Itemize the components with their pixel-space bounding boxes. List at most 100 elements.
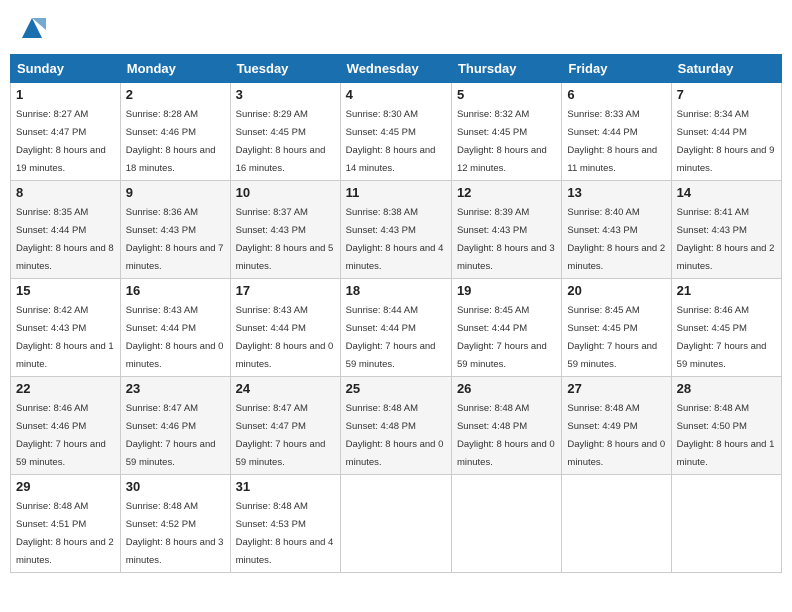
calendar-cell: 12 Sunrise: 8:39 AMSunset: 4:43 PMDaylig…: [451, 181, 561, 279]
calendar-cell: 20 Sunrise: 8:45 AMSunset: 4:45 PMDaylig…: [562, 279, 671, 377]
calendar-cell: 14 Sunrise: 8:41 AMSunset: 4:43 PMDaylig…: [671, 181, 781, 279]
logo-icon: [18, 14, 46, 42]
day-detail: Sunrise: 8:47 AMSunset: 4:47 PMDaylight:…: [236, 403, 326, 468]
day-detail: Sunrise: 8:30 AMSunset: 4:45 PMDaylight:…: [346, 109, 436, 174]
day-number: 21: [677, 283, 776, 298]
calendar-cell: 30 Sunrise: 8:48 AMSunset: 4:52 PMDaylig…: [120, 475, 230, 573]
day-number: 22: [16, 381, 115, 396]
day-number: 7: [677, 87, 776, 102]
calendar-cell: 7 Sunrise: 8:34 AMSunset: 4:44 PMDayligh…: [671, 83, 781, 181]
day-detail: Sunrise: 8:34 AMSunset: 4:44 PMDaylight:…: [677, 109, 775, 174]
calendar-cell: 3 Sunrise: 8:29 AMSunset: 4:45 PMDayligh…: [230, 83, 340, 181]
calendar-cell: 1 Sunrise: 8:27 AMSunset: 4:47 PMDayligh…: [11, 83, 121, 181]
day-number: 30: [126, 479, 225, 494]
calendar-cell: 13 Sunrise: 8:40 AMSunset: 4:43 PMDaylig…: [562, 181, 671, 279]
calendar-week-row: 29 Sunrise: 8:48 AMSunset: 4:51 PMDaylig…: [11, 475, 782, 573]
calendar-cell: 4 Sunrise: 8:30 AMSunset: 4:45 PMDayligh…: [340, 83, 451, 181]
day-detail: Sunrise: 8:33 AMSunset: 4:44 PMDaylight:…: [567, 109, 657, 174]
day-detail: Sunrise: 8:43 AMSunset: 4:44 PMDaylight:…: [126, 305, 224, 370]
calendar-cell: 19 Sunrise: 8:45 AMSunset: 4:44 PMDaylig…: [451, 279, 561, 377]
calendar-cell: 27 Sunrise: 8:48 AMSunset: 4:49 PMDaylig…: [562, 377, 671, 475]
day-number: 4: [346, 87, 446, 102]
page-header: [10, 10, 782, 46]
day-number: 31: [236, 479, 335, 494]
day-number: 29: [16, 479, 115, 494]
calendar-cell: [451, 475, 561, 573]
calendar-cell: 11 Sunrise: 8:38 AMSunset: 4:43 PMDaylig…: [340, 181, 451, 279]
calendar-cell: 9 Sunrise: 8:36 AMSunset: 4:43 PMDayligh…: [120, 181, 230, 279]
day-detail: Sunrise: 8:48 AMSunset: 4:48 PMDaylight:…: [457, 403, 555, 468]
calendar-day-header: Friday: [562, 55, 671, 83]
calendar-week-row: 22 Sunrise: 8:46 AMSunset: 4:46 PMDaylig…: [11, 377, 782, 475]
calendar-cell: 26 Sunrise: 8:48 AMSunset: 4:48 PMDaylig…: [451, 377, 561, 475]
calendar-cell: [671, 475, 781, 573]
day-detail: Sunrise: 8:37 AMSunset: 4:43 PMDaylight:…: [236, 207, 334, 272]
day-detail: Sunrise: 8:44 AMSunset: 4:44 PMDaylight:…: [346, 305, 436, 370]
day-number: 6: [567, 87, 665, 102]
calendar-cell: 22 Sunrise: 8:46 AMSunset: 4:46 PMDaylig…: [11, 377, 121, 475]
day-detail: Sunrise: 8:48 AMSunset: 4:52 PMDaylight:…: [126, 501, 224, 566]
day-number: 1: [16, 87, 115, 102]
calendar-cell: 29 Sunrise: 8:48 AMSunset: 4:51 PMDaylig…: [11, 475, 121, 573]
day-number: 26: [457, 381, 556, 396]
day-detail: Sunrise: 8:40 AMSunset: 4:43 PMDaylight:…: [567, 207, 665, 272]
calendar-cell: 28 Sunrise: 8:48 AMSunset: 4:50 PMDaylig…: [671, 377, 781, 475]
day-detail: Sunrise: 8:36 AMSunset: 4:43 PMDaylight:…: [126, 207, 224, 272]
day-detail: Sunrise: 8:27 AMSunset: 4:47 PMDaylight:…: [16, 109, 106, 174]
day-detail: Sunrise: 8:39 AMSunset: 4:43 PMDaylight:…: [457, 207, 555, 272]
calendar-week-row: 1 Sunrise: 8:27 AMSunset: 4:47 PMDayligh…: [11, 83, 782, 181]
day-detail: Sunrise: 8:29 AMSunset: 4:45 PMDaylight:…: [236, 109, 326, 174]
day-detail: Sunrise: 8:47 AMSunset: 4:46 PMDaylight:…: [126, 403, 216, 468]
day-detail: Sunrise: 8:38 AMSunset: 4:43 PMDaylight:…: [346, 207, 444, 272]
day-detail: Sunrise: 8:28 AMSunset: 4:46 PMDaylight:…: [126, 109, 216, 174]
day-number: 12: [457, 185, 556, 200]
calendar-cell: 16 Sunrise: 8:43 AMSunset: 4:44 PMDaylig…: [120, 279, 230, 377]
calendar-cell: [340, 475, 451, 573]
day-number: 15: [16, 283, 115, 298]
day-number: 2: [126, 87, 225, 102]
calendar-cell: 31 Sunrise: 8:48 AMSunset: 4:53 PMDaylig…: [230, 475, 340, 573]
day-number: 13: [567, 185, 665, 200]
day-number: 20: [567, 283, 665, 298]
day-detail: Sunrise: 8:43 AMSunset: 4:44 PMDaylight:…: [236, 305, 334, 370]
day-detail: Sunrise: 8:48 AMSunset: 4:53 PMDaylight:…: [236, 501, 334, 566]
calendar-cell: 17 Sunrise: 8:43 AMSunset: 4:44 PMDaylig…: [230, 279, 340, 377]
day-number: 18: [346, 283, 446, 298]
day-detail: Sunrise: 8:46 AMSunset: 4:45 PMDaylight:…: [677, 305, 767, 370]
calendar-week-row: 15 Sunrise: 8:42 AMSunset: 4:43 PMDaylig…: [11, 279, 782, 377]
day-detail: Sunrise: 8:45 AMSunset: 4:44 PMDaylight:…: [457, 305, 547, 370]
calendar-cell: 8 Sunrise: 8:35 AMSunset: 4:44 PMDayligh…: [11, 181, 121, 279]
day-detail: Sunrise: 8:41 AMSunset: 4:43 PMDaylight:…: [677, 207, 775, 272]
calendar-cell: 5 Sunrise: 8:32 AMSunset: 4:45 PMDayligh…: [451, 83, 561, 181]
day-number: 9: [126, 185, 225, 200]
calendar-day-header: Wednesday: [340, 55, 451, 83]
calendar-cell: 6 Sunrise: 8:33 AMSunset: 4:44 PMDayligh…: [562, 83, 671, 181]
day-detail: Sunrise: 8:48 AMSunset: 4:50 PMDaylight:…: [677, 403, 775, 468]
day-detail: Sunrise: 8:45 AMSunset: 4:45 PMDaylight:…: [567, 305, 657, 370]
day-number: 19: [457, 283, 556, 298]
calendar-day-header: Saturday: [671, 55, 781, 83]
day-number: 3: [236, 87, 335, 102]
calendar-cell: 21 Sunrise: 8:46 AMSunset: 4:45 PMDaylig…: [671, 279, 781, 377]
calendar-week-row: 8 Sunrise: 8:35 AMSunset: 4:44 PMDayligh…: [11, 181, 782, 279]
day-detail: Sunrise: 8:46 AMSunset: 4:46 PMDaylight:…: [16, 403, 106, 468]
day-number: 27: [567, 381, 665, 396]
day-detail: Sunrise: 8:48 AMSunset: 4:51 PMDaylight:…: [16, 501, 114, 566]
calendar-day-header: Sunday: [11, 55, 121, 83]
day-number: 11: [346, 185, 446, 200]
day-detail: Sunrise: 8:35 AMSunset: 4:44 PMDaylight:…: [16, 207, 114, 272]
calendar-cell: 15 Sunrise: 8:42 AMSunset: 4:43 PMDaylig…: [11, 279, 121, 377]
day-number: 16: [126, 283, 225, 298]
day-detail: Sunrise: 8:42 AMSunset: 4:43 PMDaylight:…: [16, 305, 114, 370]
calendar-header-row: SundayMondayTuesdayWednesdayThursdayFrid…: [11, 55, 782, 83]
day-number: 23: [126, 381, 225, 396]
day-number: 10: [236, 185, 335, 200]
calendar-cell: 25 Sunrise: 8:48 AMSunset: 4:48 PMDaylig…: [340, 377, 451, 475]
calendar-day-header: Monday: [120, 55, 230, 83]
day-detail: Sunrise: 8:48 AMSunset: 4:48 PMDaylight:…: [346, 403, 444, 468]
calendar-day-header: Tuesday: [230, 55, 340, 83]
day-number: 24: [236, 381, 335, 396]
calendar-cell: 23 Sunrise: 8:47 AMSunset: 4:46 PMDaylig…: [120, 377, 230, 475]
day-number: 17: [236, 283, 335, 298]
day-number: 28: [677, 381, 776, 396]
